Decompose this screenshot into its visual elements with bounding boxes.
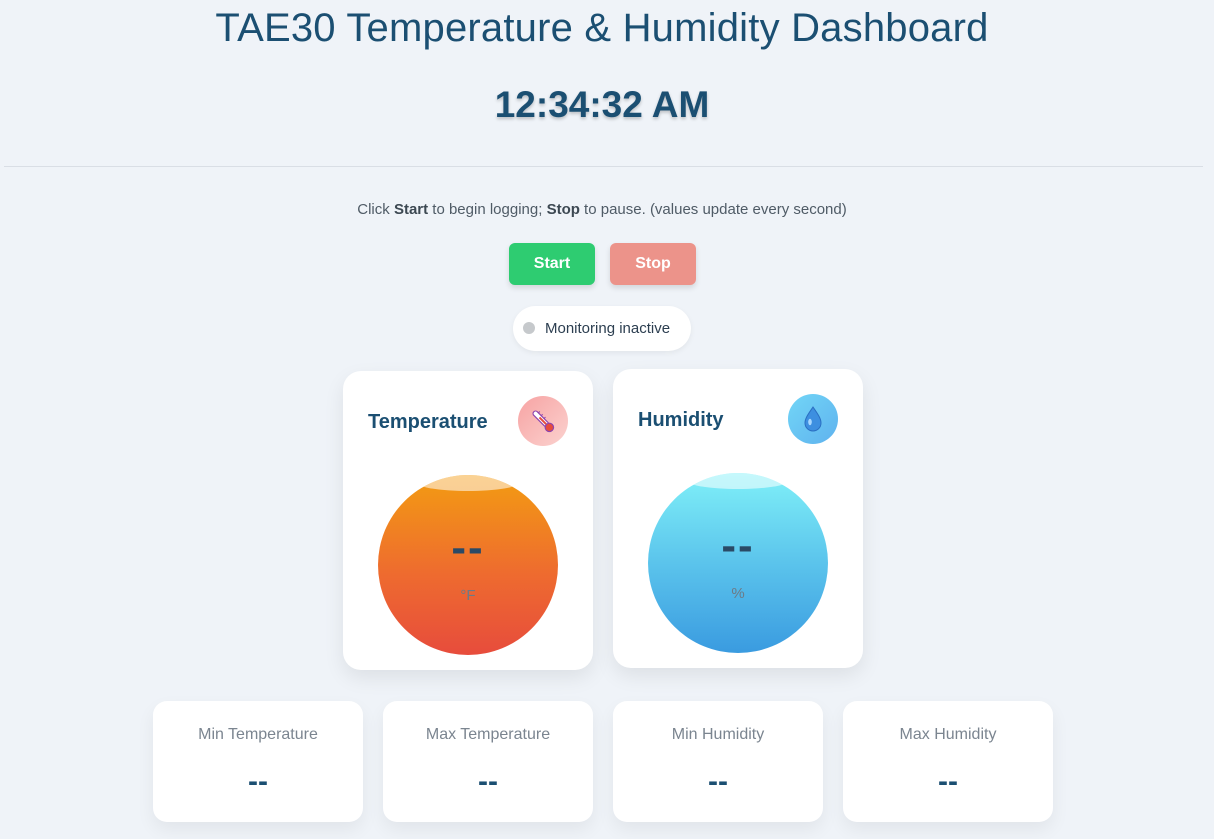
max-humidity-label: Max Humidity: [899, 726, 997, 743]
humidity-gauge-shine: [688, 473, 788, 489]
instructions-middle: to begin logging;: [428, 201, 547, 218]
humidity-card-title: Humidity: [638, 409, 724, 431]
max-temperature-value: --: [478, 765, 498, 798]
status-text: Monitoring inactive: [545, 320, 671, 337]
instructions-prefix: Click: [357, 201, 394, 218]
temperature-unit: °F: [460, 587, 476, 604]
water-drop-icon: [788, 394, 838, 444]
temperature-card-title: Temperature: [368, 411, 488, 433]
max-humidity-value: --: [938, 765, 958, 798]
header-divider: [4, 166, 1203, 167]
humidity-value: --: [721, 521, 755, 570]
temperature-gauge-shine: [418, 475, 518, 491]
instructions-start-word: Start: [393, 201, 429, 218]
status-indicator: Monitoring inactive: [513, 306, 691, 351]
stop-button[interactable]: Stop: [610, 243, 696, 285]
temperature-value: --: [451, 523, 485, 572]
min-humidity-value: --: [708, 765, 728, 798]
instructions-stop-word: Stop: [546, 201, 580, 218]
clock-display: 12:34:32 AM: [494, 84, 710, 125]
temperature-gauge: -- °F: [378, 475, 558, 655]
instructions-suffix: to pause. (values update every second): [579, 201, 847, 218]
humidity-unit: %: [731, 585, 745, 602]
max-humidity-card: Max Humidity --: [843, 701, 1053, 822]
status-dot-icon: [523, 322, 535, 334]
humidity-gauge: -- %: [648, 473, 828, 653]
max-temperature-card: Max Temperature --: [383, 701, 593, 822]
max-temperature-label: Max Temperature: [425, 726, 551, 743]
min-humidity-card: Min Humidity --: [613, 701, 823, 822]
humidity-card: Humidity -- %: [613, 369, 863, 668]
min-humidity-label: Min Humidity: [671, 726, 765, 743]
temperature-card: Temperature -- °F: [343, 371, 593, 670]
start-button[interactable]: Start: [509, 243, 595, 285]
thermometer-icon: [518, 396, 568, 446]
dashboard-title: TAE30 Temperature & Humidity Dashboard: [215, 6, 989, 50]
instructions-text: Click Start to begin logging; Stop to pa…: [0, 201, 1204, 218]
min-temperature-value: --: [248, 765, 268, 798]
min-temperature-card: Min Temperature --: [153, 701, 363, 822]
min-temperature-label: Min Temperature: [198, 726, 318, 743]
